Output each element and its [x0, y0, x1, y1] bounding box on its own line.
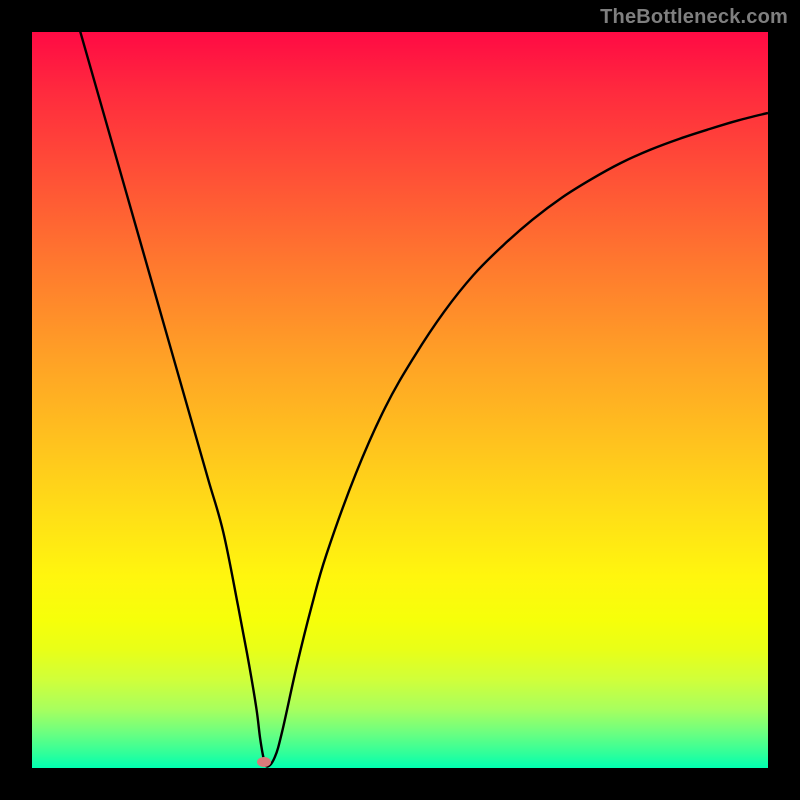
background-gradient — [32, 32, 768, 768]
optimal-marker — [257, 757, 271, 767]
watermark: TheBottleneck.com — [600, 6, 788, 29]
plot-area — [32, 32, 768, 768]
chart-canvas: TheBottleneck.com — [0, 0, 800, 800]
